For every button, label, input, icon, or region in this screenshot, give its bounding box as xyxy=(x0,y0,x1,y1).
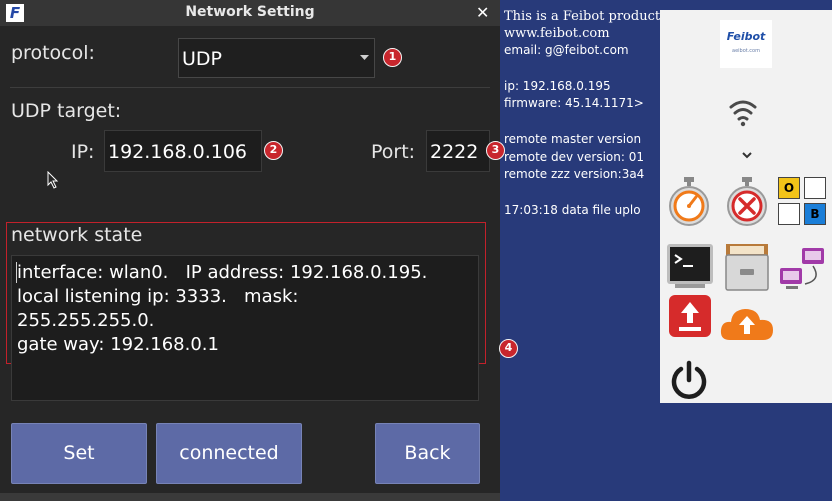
terminal-icon[interactable] xyxy=(665,242,715,290)
network-state-textarea[interactable]: interface: wlan0. IP address: 192.168.0.… xyxy=(11,255,479,401)
feibot-logo: Feibot aeibot.com xyxy=(720,20,772,68)
product-line: This is a Feibot product xyxy=(504,9,661,24)
cancel-timer-icon[interactable] xyxy=(724,175,770,227)
tile-blank-1 xyxy=(804,177,826,199)
ip-label: IP: xyxy=(71,141,95,163)
dropdown-arrow-icon xyxy=(360,55,369,60)
protocol-value: UDP xyxy=(182,48,222,70)
udp-target-label: UDP target: xyxy=(11,100,122,122)
remote-zzz-line: remote zzz version:3a4 xyxy=(504,167,645,181)
power-icon[interactable] xyxy=(668,360,710,402)
tile-b: B xyxy=(804,203,826,225)
dialog-bottom-edge xyxy=(0,493,500,501)
network-state-label: network state xyxy=(11,224,143,246)
remote-master-line: remote master version xyxy=(504,132,642,146)
port-value: 2222 xyxy=(430,141,479,163)
close-icon[interactable]: ✕ xyxy=(476,3,489,22)
port-label: Port: xyxy=(371,141,416,163)
ip-line: ip: 192.168.0.195 xyxy=(504,79,611,93)
ip-value: 192.168.0.106 xyxy=(108,141,248,163)
state-line-1: interface: wlan0. IP address: 192.168.0.… xyxy=(17,262,428,283)
title-bar: F Network Setting ✕ xyxy=(0,0,500,26)
email-line: email: g@feibot.com xyxy=(504,43,629,57)
launcher-panel: Feibot aeibot.com O B xyxy=(660,10,832,403)
network-setting-dialog: F Network Setting ✕ protocol: UDP 1 UDP … xyxy=(0,0,518,501)
data-file-line: 17:03:18 data file uplo xyxy=(504,203,641,217)
state-line-4: gate way: 192.168.0.1 xyxy=(17,334,219,355)
set-button[interactable]: Set xyxy=(11,423,147,484)
connected-button[interactable]: connected xyxy=(156,423,302,484)
remote-dev-line: remote dev version: 01 xyxy=(504,150,644,164)
state-line-3: 255.255.255.0. xyxy=(17,310,155,331)
upload-icon[interactable] xyxy=(667,293,713,339)
state-line-2: local listening ip: 3333. mask: xyxy=(17,286,299,307)
badge-4: 4 xyxy=(499,339,518,358)
ip-input[interactable]: 192.168.0.106 xyxy=(104,130,262,172)
stopwatch-icon[interactable] xyxy=(666,175,712,227)
cloud-upload-icon[interactable] xyxy=(718,302,776,344)
chevron-down-icon[interactable] xyxy=(742,151,752,159)
mouse-cursor-icon xyxy=(47,171,59,189)
tile-blank-2 xyxy=(778,203,800,225)
firmware-line: firmware: 45.14.1171> xyxy=(504,96,644,110)
dialog-title: Network Setting xyxy=(185,4,315,20)
protocol-select[interactable]: UDP xyxy=(178,38,375,78)
badge-3: 3 xyxy=(486,141,505,160)
badge-1: 1 xyxy=(383,48,402,67)
network-transfer-icon[interactable] xyxy=(778,246,828,294)
tile-o: O xyxy=(778,177,800,199)
port-input[interactable]: 2222 xyxy=(426,130,490,172)
tile-grid-icon[interactable]: O B xyxy=(778,177,828,227)
wifi-icon[interactable] xyxy=(728,96,758,128)
file-cabinet-icon[interactable] xyxy=(722,242,772,292)
back-button[interactable]: Back xyxy=(375,423,480,484)
website-line: www.feibot.com xyxy=(504,26,610,41)
badge-2: 2 xyxy=(264,141,283,160)
separator-1 xyxy=(10,87,490,88)
protocol-label: protocol: xyxy=(11,42,95,64)
